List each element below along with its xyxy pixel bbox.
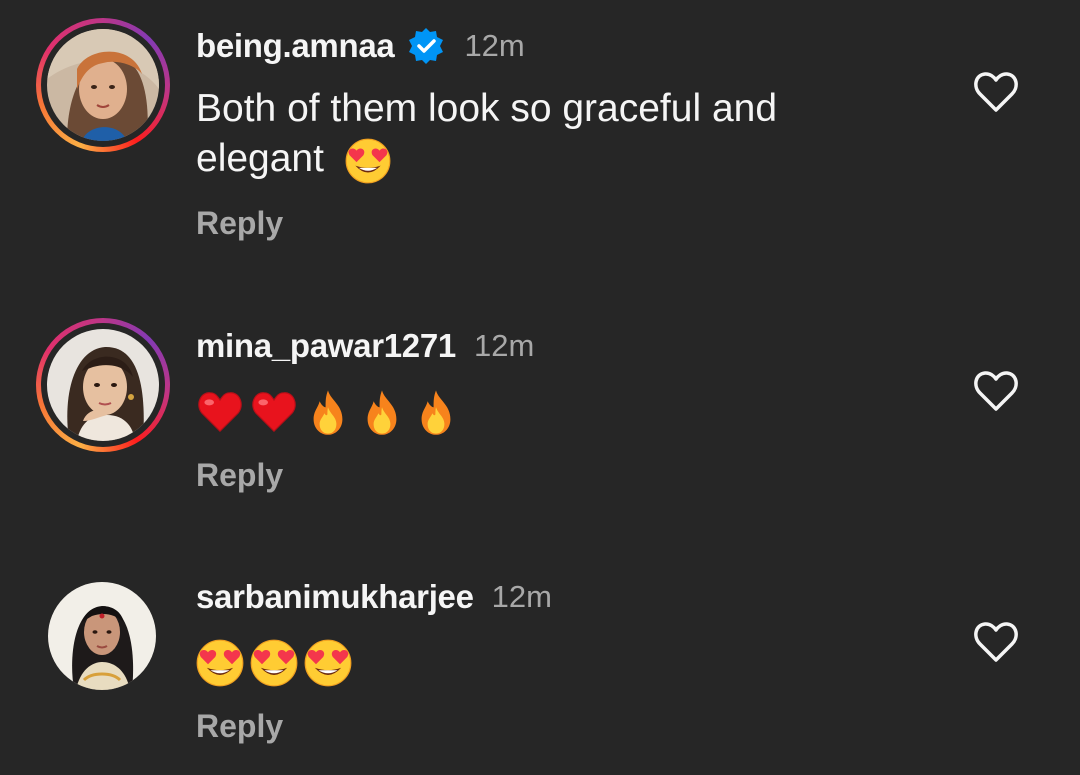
reply-button[interactable]: Reply: [196, 708, 283, 745]
comment-text-content: Both of them look so graceful and elegan…: [196, 87, 778, 180]
verified-badge-icon: [409, 28, 444, 64]
username[interactable]: sarbanimukharjee: [196, 578, 474, 616]
avatar[interactable]: [47, 329, 159, 441]
comment-text: Both of them look so graceful and elegan…: [196, 84, 896, 184]
fire-emoji-icon: [421, 390, 451, 435]
heart-eyes-emoji-icon: [250, 639, 298, 687]
timestamp: 12m: [464, 28, 525, 63]
heart-eyes-emoji-icon: [196, 639, 244, 687]
fire-emoji-icon: [367, 390, 397, 435]
like-heart-icon[interactable]: [972, 70, 1020, 114]
like-heart-icon[interactable]: [972, 369, 1020, 413]
heart-eyes-emoji-icon: [345, 138, 391, 184]
comment-header: sarbanimukharjee 12m: [196, 575, 552, 619]
avatar[interactable]: [47, 29, 159, 141]
timestamp: 12m: [473, 328, 535, 363]
avatar[interactable]: [48, 582, 156, 690]
fire-emoji-icon: [313, 390, 343, 435]
avatar-story-ring[interactable]: [36, 318, 170, 452]
red-heart-emoji-icon: [198, 392, 242, 432]
comment-emojis: [196, 635, 352, 691]
avatar-story-ring[interactable]: [36, 18, 170, 152]
red-heart-emoji-icon: [252, 392, 296, 432]
username[interactable]: being.amnaa: [196, 27, 395, 65]
timestamp: 12m: [491, 579, 552, 614]
comment-emojis: [196, 384, 460, 440]
heart-eyes-emoji-icon: [304, 639, 352, 687]
like-heart-icon[interactable]: [972, 620, 1020, 664]
username[interactable]: mina_pawar1271: [196, 327, 456, 365]
comment-header: mina_pawar1271 12m: [196, 324, 534, 368]
reply-button[interactable]: Reply: [196, 205, 283, 242]
reply-button[interactable]: Reply: [196, 457, 283, 494]
comment-header: being.amnaa 12m: [196, 24, 525, 68]
